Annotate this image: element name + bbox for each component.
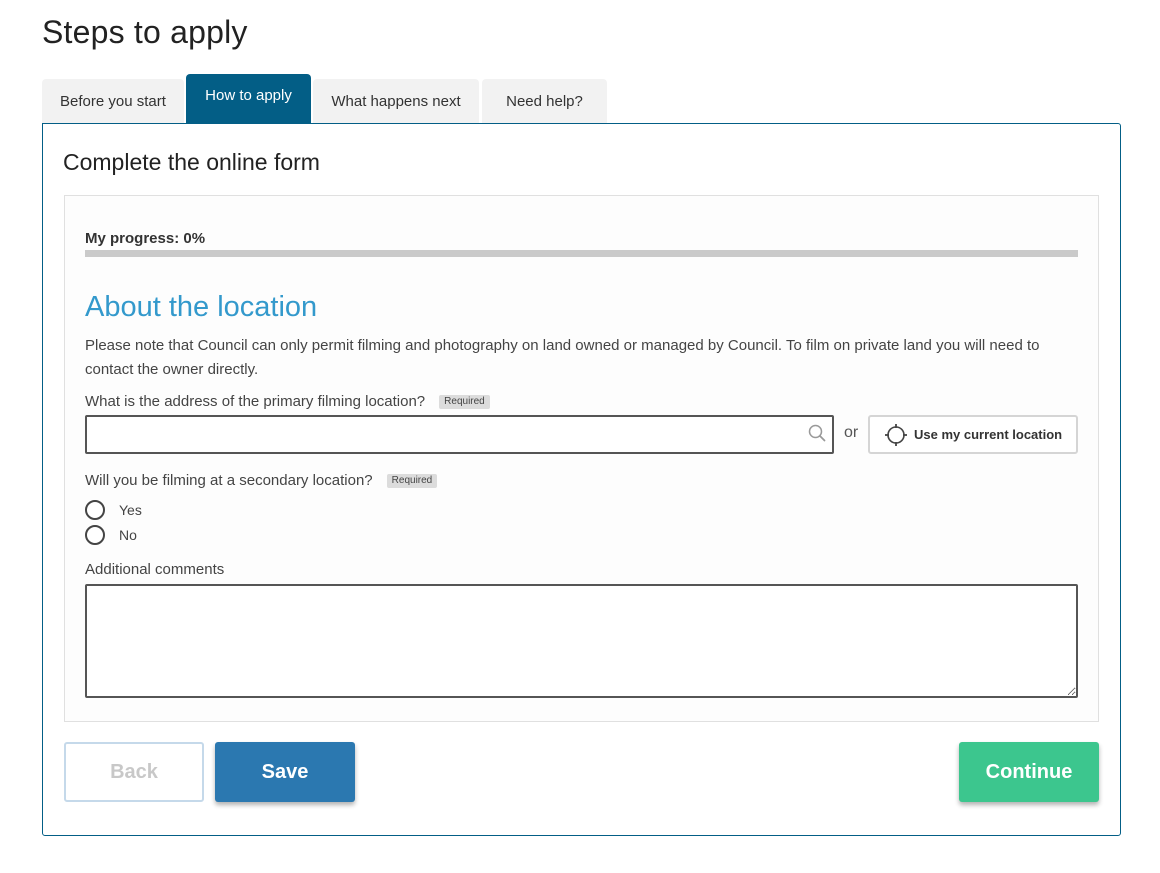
- tab-need-help[interactable]: Need help?: [482, 79, 607, 123]
- continue-button[interactable]: Continue: [959, 742, 1099, 802]
- address-input[interactable]: [85, 415, 834, 454]
- address-field-label: What is the address of the primary filmi…: [85, 393, 490, 410]
- tab-before-you-start[interactable]: Before you start: [42, 79, 184, 123]
- progress-bar: [85, 250, 1078, 257]
- page-title: Steps to apply: [42, 14, 248, 50]
- back-button[interactable]: Back: [64, 742, 204, 802]
- form-box: My progress: 0% About the location Pleas…: [64, 195, 1099, 722]
- tab-how-to-apply[interactable]: How to apply: [186, 74, 311, 123]
- or-separator: or: [844, 424, 859, 441]
- additional-comments-textarea[interactable]: [85, 584, 1078, 698]
- crosshair-icon: [885, 423, 907, 446]
- address-label-text: What is the address of the primary filmi…: [85, 393, 426, 410]
- tab-panel: Complete the online form My progress: 0%…: [42, 123, 1121, 836]
- radio-circle[interactable]: [85, 525, 105, 545]
- required-badge: Required: [439, 394, 490, 409]
- comments-label: Additional comments: [85, 561, 224, 578]
- panel-title: Complete the online form: [63, 149, 320, 175]
- search-icon[interactable]: [808, 424, 826, 442]
- secondary-field-label: Will you be filming at a secondary locat…: [85, 472, 438, 489]
- required-badge: Required: [386, 473, 438, 488]
- section-note: Please note that Council can only permit…: [85, 337, 1040, 378]
- radio-yes-label: Yes: [119, 502, 142, 518]
- radio-no[interactable]: No: [85, 525, 137, 545]
- section-title: About the location: [85, 291, 318, 323]
- radio-yes[interactable]: Yes: [85, 500, 142, 520]
- progress-label: My progress: 0%: [85, 230, 206, 247]
- radio-no-label: No: [119, 527, 137, 543]
- secondary-label-text: Will you be filming at a secondary locat…: [85, 472, 373, 489]
- address-input-wrapper: [85, 415, 834, 454]
- radio-circle[interactable]: [85, 500, 105, 520]
- use-current-location-button[interactable]: Use my current location: [868, 415, 1078, 454]
- tab-what-happens-next[interactable]: What happens next: [313, 79, 479, 123]
- use-current-location-label: Use my current location: [914, 427, 1063, 442]
- save-button[interactable]: Save: [215, 742, 355, 802]
- comments-label-text: Additional comments: [85, 561, 225, 578]
